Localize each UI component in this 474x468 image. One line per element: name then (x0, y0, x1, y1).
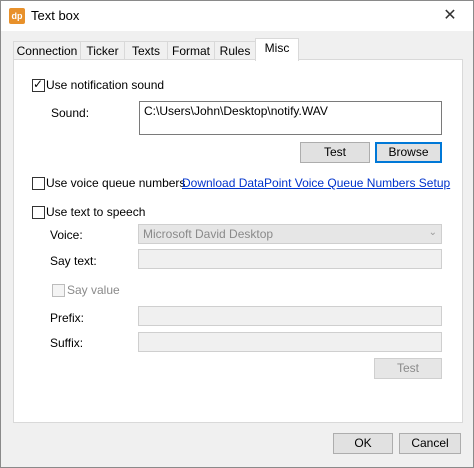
download-voice-queue-link[interactable]: Download DataPoint Voice Queue Numbers S… (182, 176, 450, 190)
say-value-checkbox[interactable] (52, 284, 65, 297)
ok-button[interactable]: OK (333, 433, 393, 454)
say-text-label: Say text: (50, 254, 97, 268)
text-to-speech-label: Use text to speech (46, 205, 146, 219)
tab-texts[interactable]: Texts (124, 41, 168, 60)
text-to-speech-checkbox[interactable] (32, 206, 45, 219)
chevron-down-icon: ⌄ (428, 227, 437, 238)
app-logo-icon: dp (9, 8, 25, 24)
voice-queue-checkbox[interactable] (32, 177, 45, 190)
tab-rules[interactable]: Rules (214, 41, 256, 60)
prefix-label: Prefix: (50, 311, 85, 325)
voice-queue-label: Use voice queue numbers (46, 176, 186, 190)
say-value-label: Say value (67, 283, 120, 297)
tab-connection[interactable]: Connection (13, 41, 81, 60)
cancel-button[interactable]: Cancel (399, 433, 461, 454)
say-text-field[interactable] (138, 249, 442, 269)
notification-sound-checkbox[interactable] (32, 77, 45, 92)
voice-label: Voice: (50, 228, 83, 242)
voice-select-value: Microsoft David Desktop (143, 227, 274, 241)
tab-misc[interactable]: Misc (255, 38, 299, 61)
title-bar: dp Text box ✕ (1, 1, 473, 31)
sound-path-field[interactable]: C:\Users\John\Desktop\notify.WAV (139, 101, 442, 135)
tab-ticker[interactable]: Ticker (80, 41, 125, 60)
test-sound-button[interactable]: Test (300, 142, 370, 163)
window-title: Text box (31, 8, 80, 23)
prefix-field[interactable] (138, 306, 442, 326)
misc-panel: Use notification sound Sound: C:\Users\J… (13, 59, 463, 423)
browse-button[interactable]: Browse (375, 142, 442, 163)
tab-format[interactable]: Format (167, 41, 215, 60)
test-speech-button[interactable]: Test (374, 358, 442, 379)
suffix-label: Suffix: (50, 336, 84, 350)
suffix-field[interactable] (138, 332, 442, 352)
notification-sound-label: Use notification sound (46, 78, 165, 92)
dialog-window: dp Text box ✕ Connection Ticker Texts Fo… (0, 0, 474, 468)
sound-label: Sound: (51, 106, 90, 120)
voice-select[interactable]: Microsoft David Desktop ⌄ (138, 224, 442, 244)
close-icon[interactable]: ✕ (427, 1, 473, 31)
